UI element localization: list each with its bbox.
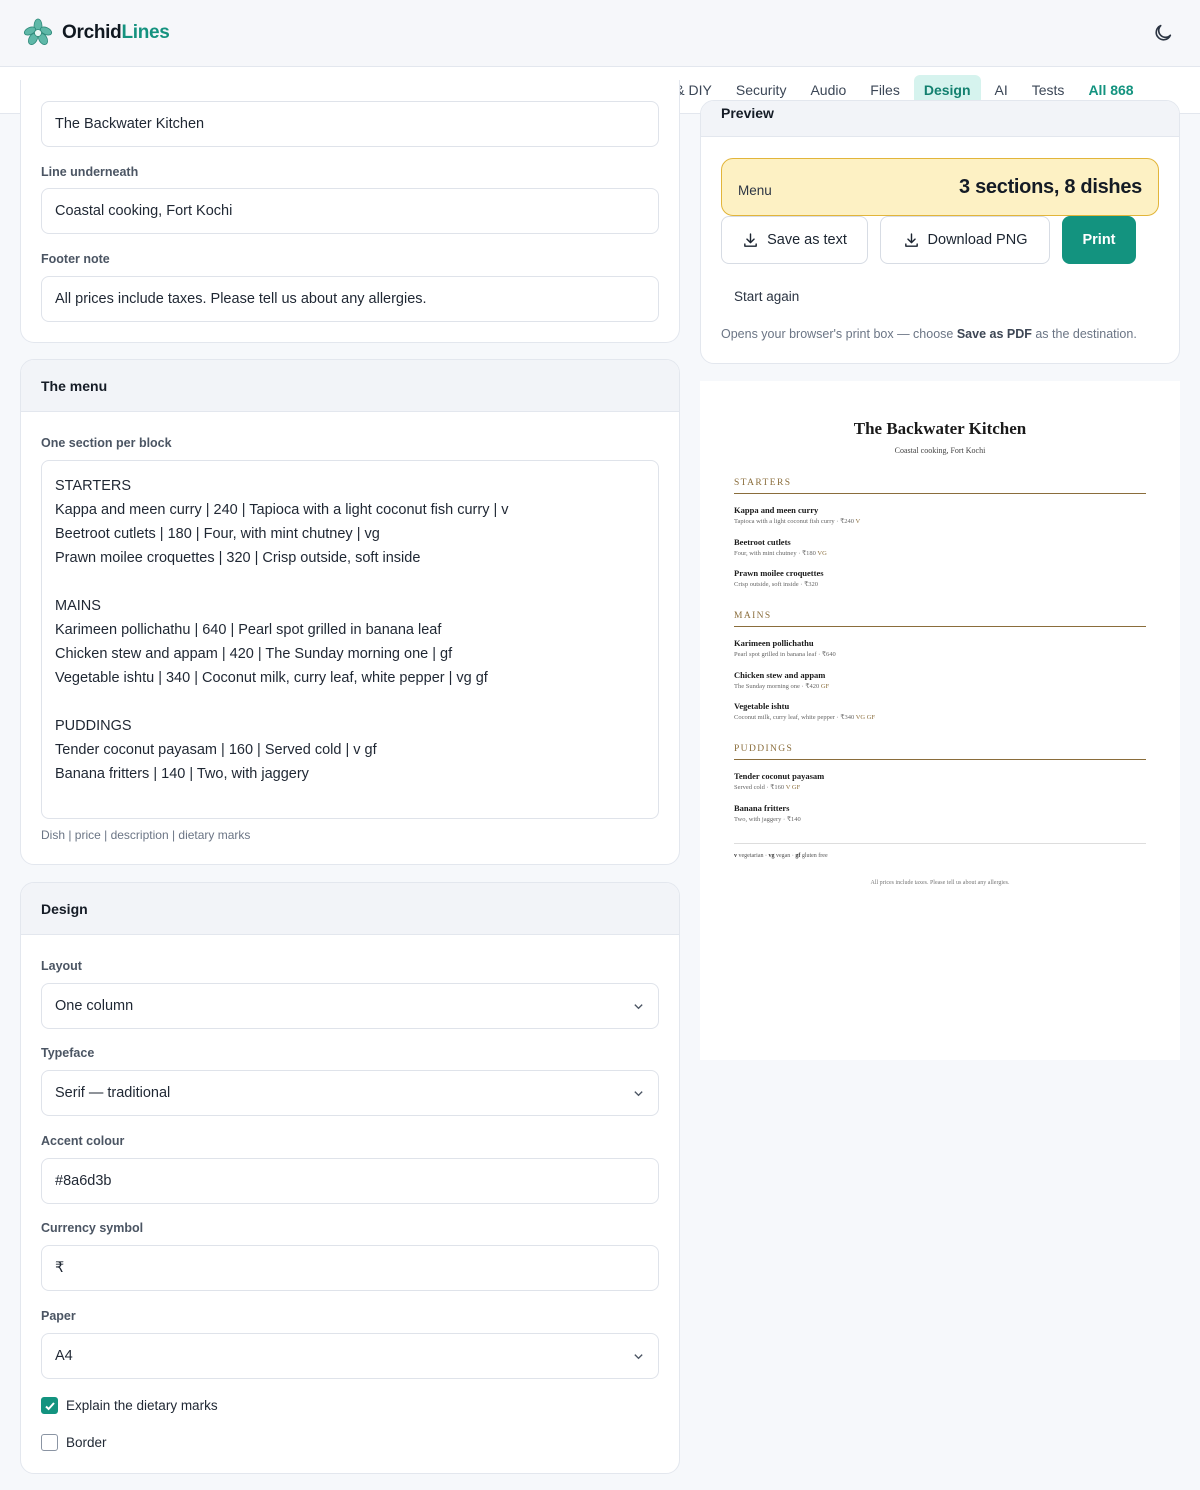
menu-doc-dish-name: Vegetable ishtu: [734, 701, 790, 711]
menu-textarea[interactable]: STARTERS Kappa and meen curry | 240 | Tap…: [41, 460, 659, 819]
menu-doc-dish-name: Banana fritters: [734, 802, 790, 813]
menu-text-line: Tender coconut payasam | 160 | Served co…: [55, 742, 377, 758]
accent-colour-label: Accent colour: [41, 1134, 125, 1148]
menu-doc-title: The Backwater Kitchen: [853, 419, 1027, 438]
menu-text-line: Karimeen pollichathu | 640 | Pearl spot …: [55, 622, 442, 638]
menu-doc-divider: [734, 843, 1146, 844]
explain-dietary-marks-label: Explain the dietary marks: [66, 1398, 218, 1413]
accent-colour-input[interactable]: #8a6d3b: [41, 1158, 659, 1204]
menu-doc-section-heading: PUDDINGS: [734, 744, 1146, 760]
menu-text-line: [55, 690, 645, 714]
menu-text-line: Vegetable ishtu | 340 | Coconut milk, cu…: [55, 670, 488, 686]
menu-doc-dish-details: Coconut milk, curry leaf, white pepper ·…: [734, 714, 876, 721]
footer-note-label: Footer note: [41, 252, 110, 266]
preview-card-header: Preview: [701, 101, 1179, 137]
download-png-button[interactable]: Download PNG: [880, 216, 1050, 264]
menu-text-line: [55, 570, 645, 594]
footer-note-input[interactable]: All prices include taxes. Please tell us…: [41, 276, 659, 322]
menu-format-hint: Dish | price | description | dietary mar…: [41, 828, 251, 842]
checkbox-checked[interactable]: [41, 1397, 58, 1414]
menu-text-line: Banana fritters | 140 | Two, with jagger…: [55, 766, 309, 782]
restaurant-name-input[interactable]: The Backwater Kitchen: [41, 101, 659, 147]
menu-doc-dish-details: Pearl spot grilled in banana leaf · ₹640: [734, 651, 836, 658]
typeface-select[interactable]: Serif — traditional: [41, 1070, 659, 1116]
menu-text-label: One section per block: [41, 436, 172, 450]
check-icon: [44, 1401, 55, 1410]
design-card: Design Layout One column Typeface Serif …: [20, 882, 680, 1474]
menu-doc-dish-name: Beetroot cutlets: [734, 536, 791, 547]
design-card-title: Design: [21, 883, 679, 935]
menu-doc-dish-details: Two, with jaggery · ₹140: [734, 815, 801, 823]
explain-dietary-marks-checkbox[interactable]: Explain the dietary marks: [41, 1397, 218, 1414]
paper-label: Paper: [41, 1309, 76, 1323]
menu-summary: Menu 3 sections, 8 dishes: [721, 158, 1159, 216]
menu-doc-dish-details: Crisp outside, soft inside · ₹320: [734, 581, 818, 588]
summary-label: Menu: [738, 183, 772, 198]
menu-text-line: Chicken stew and appam | 420 | The Sunda…: [55, 646, 453, 662]
menu-card-title: The menu: [21, 360, 679, 412]
menu-doc-dish-details: Tapioca with a light coconut fish curry …: [734, 518, 861, 525]
menu-text-line: Beetroot cutlets | 180 | Four, with mint…: [55, 526, 380, 542]
details-card: The Backwater Kitchen Line underneath Co…: [20, 80, 680, 343]
chevron-down-icon: [634, 1004, 643, 1010]
preview-title: Preview: [721, 105, 774, 121]
line-underneath-input[interactable]: Coastal cooking, Fort Kochi: [41, 188, 659, 234]
menu-doc-dish-name: Tender coconut payasam: [734, 771, 825, 781]
menu-text-line: MAINS: [55, 598, 101, 614]
menu-doc-footer: All prices include taxes. Please tell us…: [870, 880, 1010, 886]
preview-card: Preview Menu 3 sections, 8 dishes Save a…: [700, 100, 1180, 364]
paper-select[interactable]: A4: [41, 1333, 659, 1379]
print-button[interactable]: Print: [1062, 216, 1136, 264]
layout-select[interactable]: One column: [41, 983, 659, 1029]
print-note: Opens your browser's print box — choose …: [721, 327, 1137, 341]
menu-doc-dish-name: Prawn moilee croquettes: [734, 568, 824, 578]
start-again-button[interactable]: Start again: [734, 289, 799, 304]
menu-text-line: PUDDINGS: [55, 718, 132, 734]
line-underneath-label: Line underneath: [41, 165, 139, 179]
menu-doc-dish-name: Karimeen pollichathu: [734, 638, 814, 648]
currency-symbol-label: Currency symbol: [41, 1221, 144, 1235]
menu-text-line: Kappa and meen curry | 240 | Tapioca wit…: [55, 502, 509, 518]
brand-name: OrchidLines: [62, 22, 170, 43]
typeface-label: Typeface: [41, 1046, 95, 1060]
layout-label: Layout: [41, 959, 82, 973]
menu-doc-subtitle: Coastal cooking, Fort Kochi: [894, 446, 986, 455]
menu-doc-section-heading: STARTERS: [734, 478, 1146, 494]
summary-value: 3 sections, 8 dishes: [959, 176, 1142, 198]
menu-preview-paper: The Backwater Kitchen Coastal cooking, F…: [700, 381, 1180, 1060]
dark-mode-moon-icon[interactable]: [1152, 22, 1174, 44]
menu-doc-dish-name: Kappa and meen curry: [734, 505, 819, 515]
border-label: Border: [66, 1435, 107, 1450]
menu-doc-dish-details: Served cold · ₹160 V GF: [734, 784, 801, 791]
orchid-logo-icon: [23, 18, 53, 45]
save-as-text-button[interactable]: Save as text: [721, 216, 868, 264]
logo[interactable]: OrchidLines: [22, 17, 170, 49]
menu-text-line: STARTERS: [55, 478, 132, 494]
currency-symbol-input[interactable]: ₹: [41, 1245, 659, 1291]
border-checkbox[interactable]: Border: [41, 1434, 107, 1451]
menu-card: The menu One section per block STARTERS K…: [20, 359, 680, 865]
chevron-down-icon: [634, 1354, 643, 1360]
top-bar: OrchidLines: [0, 0, 1200, 67]
checkbox-unchecked[interactable]: [41, 1434, 58, 1451]
menu-doc-dish-name: Chicken stew and appam: [734, 669, 826, 680]
menu-doc-dish-details: The Sunday morning one · ₹420 GF: [734, 682, 830, 690]
menu-doc-dish-details: Four, with mint chutney · ₹180 VG: [734, 549, 827, 557]
menu-doc-section-heading: MAINS: [734, 611, 1146, 627]
menu-text-line: Prawn moilee croquettes | 320 | Crisp ou…: [55, 550, 421, 566]
chevron-down-icon: [634, 1091, 643, 1097]
menu-doc-legend: v vegetarian · vg vegan · gf gluten free: [734, 853, 828, 859]
download-icon: [904, 232, 918, 247]
download-icon: [744, 232, 757, 247]
